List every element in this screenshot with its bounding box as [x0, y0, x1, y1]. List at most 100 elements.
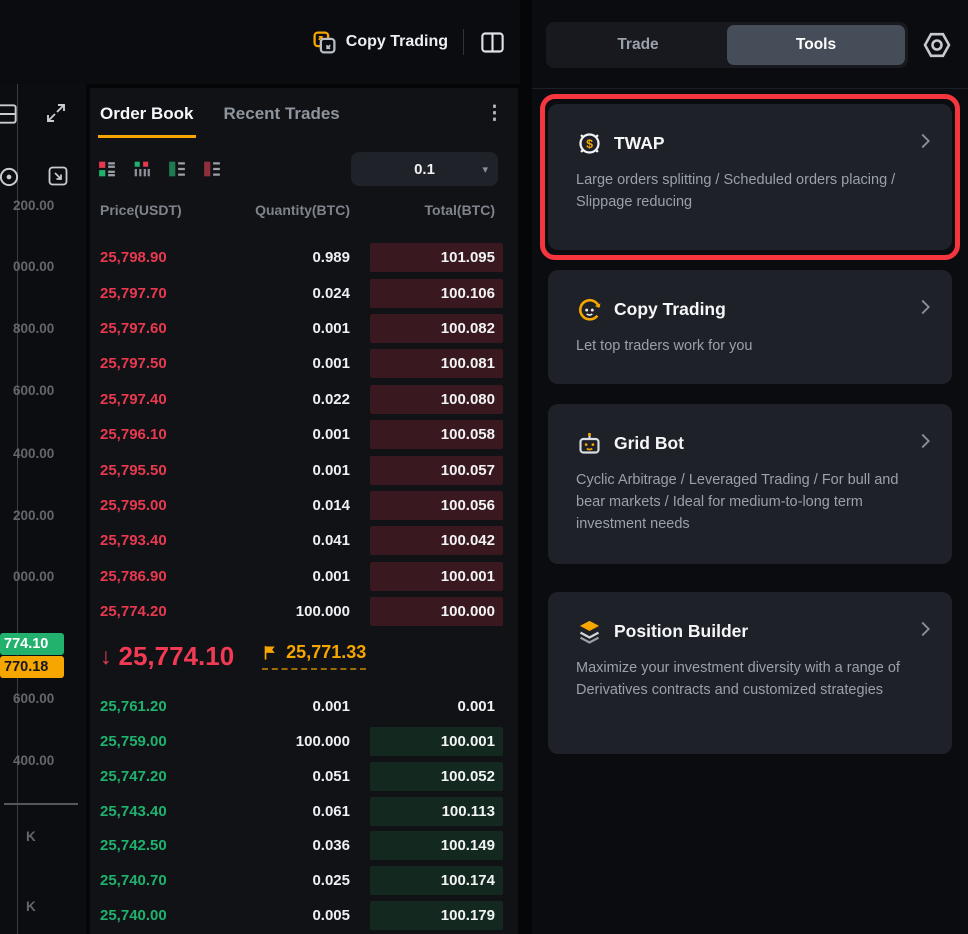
precision-dropdown[interactable]: 0.1 ▾: [351, 152, 498, 186]
view-split-columns-icon[interactable]: [133, 160, 151, 178]
last-price-bar: ↓ 25,774.10 25,771.33: [90, 629, 518, 683]
order-book-tabs: Order Book Recent Trades ⋮: [90, 88, 518, 140]
bid-quantity: 0.036: [210, 837, 350, 854]
price-label-icon[interactable]: [0, 164, 22, 190]
bid-quantity: 0.005: [210, 907, 350, 924]
card-title-copy-trading: Copy Trading: [614, 299, 726, 320]
bid-total: 100.174: [370, 866, 503, 895]
bid-row[interactable]: 25,759.00 100.000 100.001: [90, 724, 518, 759]
bid-row[interactable]: 25,740.00 0.005 100.179: [90, 898, 518, 933]
view-bids-only-icon[interactable]: [168, 160, 186, 178]
chevron-right-icon: [914, 618, 936, 640]
open-book-icon[interactable]: [479, 29, 506, 56]
tool-card-twap[interactable]: $ TWAP Large orders splitting / Schedule…: [548, 104, 952, 250]
topbar-divider: [463, 29, 464, 55]
screenshot-chart-icon[interactable]: [46, 164, 70, 188]
ask-price: 25,786.90: [100, 568, 210, 585]
mark-price[interactable]: 25,771.33: [262, 642, 366, 670]
caret-down-icon: ▾: [482, 163, 488, 176]
chevron-right-icon: [914, 430, 936, 452]
order-book-panel: Order Book Recent Trades ⋮: [90, 88, 518, 934]
ask-price: 25,796.10: [100, 426, 210, 443]
axis-tick: 800.00: [13, 321, 54, 336]
expand-chart-icon[interactable]: [44, 101, 68, 125]
ask-total: 100.000: [370, 597, 503, 626]
bid-row[interactable]: 25,742.50 0.036 100.149: [90, 828, 518, 863]
ask-quantity: 0.001: [210, 320, 350, 337]
ask-quantity: 0.001: [210, 426, 350, 443]
mark-price-value: 25,771.33: [286, 642, 366, 663]
card-desc-copy-trading: Let top traders work for you: [576, 336, 924, 358]
ask-quantity: 0.022: [210, 391, 350, 408]
tab-tools[interactable]: Tools: [727, 25, 905, 65]
ask-row[interactable]: 25,797.50 0.001 100.081: [90, 346, 518, 381]
tab-recent-trades[interactable]: Recent Trades: [224, 104, 340, 124]
card-title-twap: TWAP: [614, 133, 665, 154]
bid-price: 25,743.40: [100, 803, 210, 820]
tool-card-grid-bot[interactable]: Grid Bot Cyclic Arbitrage / Leveraged Tr…: [548, 404, 952, 564]
tool-card-position-builder[interactable]: Position Builder Maximize your investmen…: [548, 592, 952, 754]
chart-pane-divider: [4, 803, 78, 805]
last-traded-price: ↓ 25,774.10: [100, 641, 234, 672]
axis-tick: 000.00: [13, 259, 54, 274]
trading-app: Copy Trading 200.00 000.00 800.: [0, 0, 968, 934]
tab-order-book[interactable]: Order Book: [98, 104, 196, 138]
svg-text:$: $: [586, 137, 593, 151]
copy-trading-icon: [576, 296, 603, 323]
copy-trading-header-label: Copy Trading: [346, 33, 448, 51]
ask-total: 100.058: [370, 420, 503, 449]
bid-row[interactable]: 25,761.20 0.001 0.001: [90, 689, 518, 724]
panel-divider: [532, 88, 968, 89]
ask-row[interactable]: 25,797.60 0.001 100.082: [90, 311, 518, 346]
swap-squares-icon: [312, 30, 337, 55]
copy-trading-header-button[interactable]: Copy Trading: [312, 30, 448, 55]
bid-quantity: 0.025: [210, 872, 350, 889]
axis-tick: 600.00: [13, 691, 54, 706]
bid-total: 100.052: [370, 762, 503, 791]
order-book-controls: 0.1 ▾: [90, 152, 518, 186]
preferences-icon[interactable]: [919, 27, 955, 63]
col-price: Price(USDT): [100, 202, 210, 220]
ask-row[interactable]: 25,795.50 0.001 100.057: [90, 452, 518, 487]
ask-row[interactable]: 25,797.40 0.022 100.080: [90, 382, 518, 417]
tools-panel: Trade Tools $ TWAP Large orders splittin…: [532, 0, 968, 934]
volume-axis-tick: K: [26, 829, 36, 844]
ask-price: 25,795.00: [100, 497, 210, 514]
tool-card-copy-trading[interactable]: Copy Trading Let top traders work for yo…: [548, 270, 952, 384]
ask-row[interactable]: 25,798.90 0.989 101.095: [90, 240, 518, 275]
ask-quantity: 100.000: [210, 603, 350, 620]
topbar: Copy Trading: [0, 0, 520, 84]
chevron-right-icon: [914, 130, 936, 152]
order-book-bids: 25,761.20 0.001 0.001 25,759.00 100.000 …: [90, 689, 518, 933]
flag-icon: [262, 644, 279, 661]
view-both-sides-icon[interactable]: [98, 160, 116, 178]
volume-axis-tick: K: [26, 899, 36, 914]
chart-panel-icon[interactable]: [0, 101, 20, 127]
order-book-asks: 25,798.90 0.989 101.095 25,797.70 0.024 …: [90, 240, 518, 629]
card-title-grid-bot: Grid Bot: [614, 433, 684, 454]
axis-tick: 400.00: [13, 753, 54, 768]
ask-price: 25,774.20: [100, 603, 210, 620]
more-menu-icon[interactable]: ⋮: [485, 104, 504, 123]
ask-row[interactable]: 25,797.70 0.024 100.106: [90, 275, 518, 310]
ask-price: 25,795.50: [100, 462, 210, 479]
ask-row[interactable]: 25,796.10 0.001 100.058: [90, 417, 518, 452]
tab-trade[interactable]: Trade: [549, 25, 727, 65]
view-asks-only-icon[interactable]: [203, 160, 221, 178]
mark-price-tag: 770.18: [0, 656, 64, 678]
bid-total: 100.149: [370, 831, 503, 860]
ask-row[interactable]: 25,795.00 0.014 100.056: [90, 488, 518, 523]
bid-row[interactable]: 25,747.20 0.051 100.052: [90, 759, 518, 794]
bid-row[interactable]: 25,743.40 0.061 100.113: [90, 794, 518, 829]
price-down-arrow-icon: ↓: [100, 643, 112, 670]
card-desc-grid-bot: Cyclic Arbitrage / Leveraged Trading / F…: [576, 470, 924, 535]
ask-price: 25,793.40: [100, 532, 210, 549]
card-desc-position-builder: Maximize your investment diversity with …: [576, 658, 924, 702]
ask-row[interactable]: 25,793.40 0.041 100.042: [90, 523, 518, 558]
bid-total: 0.001: [370, 692, 503, 721]
ask-row[interactable]: 25,786.90 0.001 100.001: [90, 559, 518, 594]
bid-row[interactable]: 25,740.70 0.025 100.174: [90, 863, 518, 898]
col-total: Total(BTC): [350, 202, 503, 220]
ask-row[interactable]: 25,774.20 100.000 100.000: [90, 594, 518, 629]
bid-total: 100.179: [370, 901, 503, 930]
